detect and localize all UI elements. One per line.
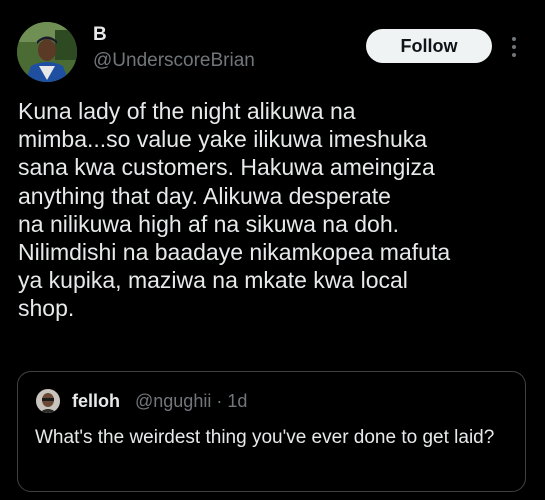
avatar[interactable] xyxy=(17,22,77,82)
tweet: B @UnderscoreBrian Follow Kuna lady of t… xyxy=(0,0,545,500)
quote-avatar[interactable] xyxy=(36,389,60,413)
follow-button-label: Follow xyxy=(400,35,458,56)
avatar-image xyxy=(17,22,77,82)
quote-display-name[interactable]: felloh xyxy=(72,390,120,412)
tweet-text: Kuna lady of the night alikuwa na mimba.… xyxy=(18,98,451,322)
quote-separator: · xyxy=(216,391,223,411)
author-display-name[interactable]: B xyxy=(93,24,107,46)
follow-button[interactable]: Follow xyxy=(366,29,492,63)
quote-text: What's the weirdest thing you've ever do… xyxy=(35,427,495,448)
more-vertical-icon[interactable] xyxy=(508,36,520,58)
quoted-tweet-card[interactable]: felloh @ngughii · 1d What's the weirdest… xyxy=(17,371,526,492)
author-handle[interactable]: @UnderscoreBrian xyxy=(93,50,255,72)
quote-avatar-image xyxy=(36,389,60,413)
quote-handle[interactable]: @ngughii xyxy=(135,391,211,411)
quote-meta: @ngughii · 1d xyxy=(135,390,247,412)
quote-time[interactable]: 1d xyxy=(227,391,247,411)
